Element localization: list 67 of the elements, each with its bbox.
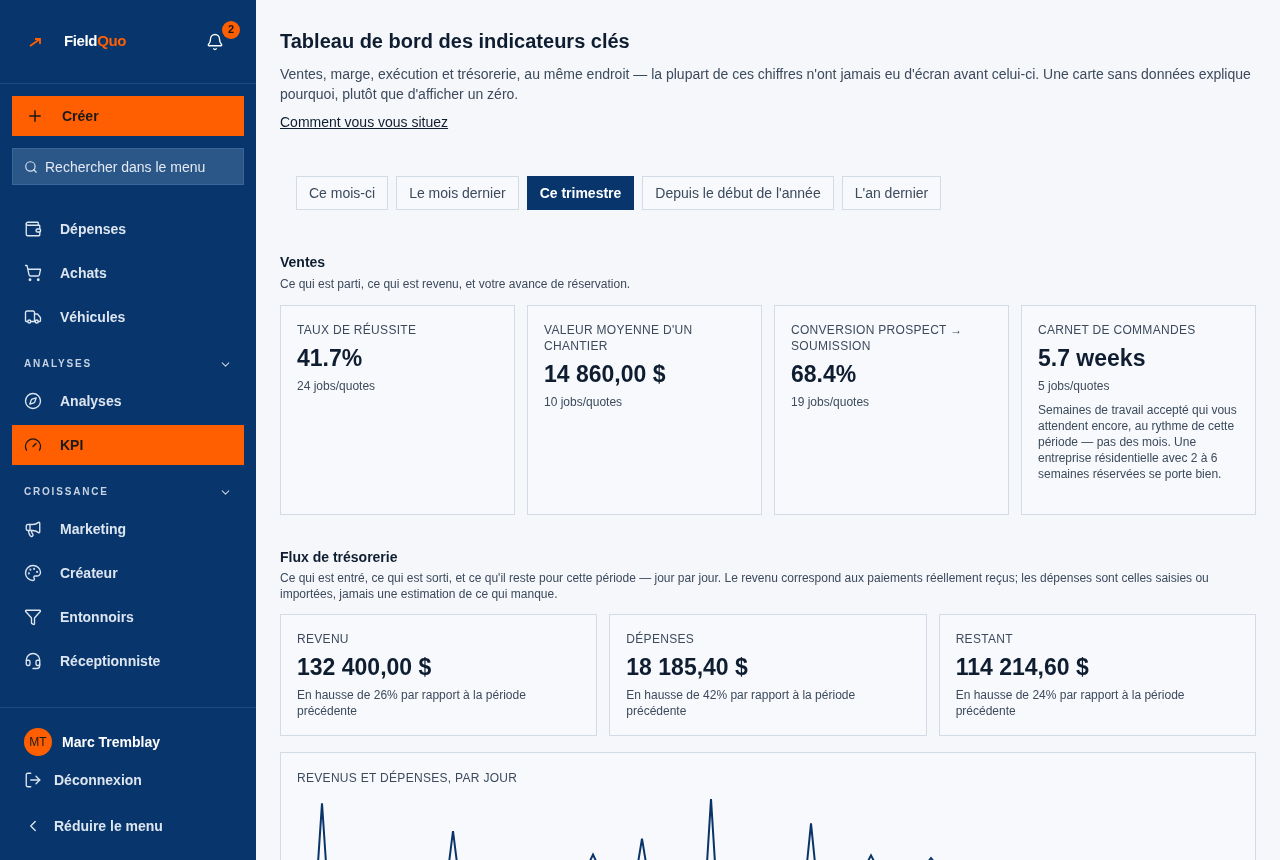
palette-icon (24, 564, 42, 582)
kpi-label: RESTANT (955, 631, 1014, 647)
chart-title: REVENUS ET DÉPENSES, PAR JOUR (297, 769, 519, 787)
nav-item[interactable]: Réceptionniste (12, 639, 244, 683)
kpi-detail: En hausse de 24% par rapport à la période précédente (955, 687, 1186, 719)
nav-item[interactable]: Dépenses (12, 207, 244, 251)
page-description: Ventes, marge, exécution et trésorerie, au même endroit — la plupart de ces chiffres n'ont jamais eu d'écran avant celui-ci. Une carte sans données explique pourquoi, plutôt que d'afficher un zéro. (280, 65, 1252, 104)
kpi-label: DÉPENSES (626, 631, 696, 647)
nav-item[interactable]: Créateur (12, 551, 244, 595)
cart-icon (24, 264, 42, 282)
truck-icon (24, 308, 42, 326)
plus-icon (26, 107, 44, 125)
nav-item[interactable]: Analyses (12, 379, 244, 423)
user-name: Marc Tremblay (62, 732, 161, 752)
sidebar-action[interactable]: Déconnexion (24, 758, 232, 802)
section-heading: CROISSANCE (24, 485, 109, 499)
search-icon (24, 160, 38, 174)
funnel-icon (24, 608, 42, 626)
gauge-icon (24, 436, 42, 454)
nav-item[interactable]: Entonnoirs (12, 595, 244, 639)
wallet-icon (24, 220, 42, 238)
nav-item[interactable]: KPI (12, 425, 244, 465)
period-tab[interactable]: L'an dernier (841, 176, 942, 210)
section-title: Flux de trésorerie (280, 548, 399, 567)
period-tab[interactable]: Le mois dernier (396, 176, 519, 210)
benchmark-link[interactable]: Comment vous vous situez (280, 112, 449, 133)
nav-item[interactable]: Véhicules (12, 295, 244, 339)
headset-icon (24, 652, 42, 670)
kpi-value: 5.7 weeks (1038, 344, 1147, 373)
kpi-value: 68.4% (791, 360, 858, 389)
kpi-detail: En hausse de 42% par rapport à la période précédente (626, 687, 857, 719)
logout-icon (24, 771, 42, 789)
nav-item[interactable]: Marketing (12, 507, 244, 551)
search-field[interactable]: Rechercher dans le menu (12, 148, 244, 185)
create-button[interactable]: Créer (12, 96, 244, 136)
logo-icon (28, 35, 44, 48)
kpi-note: Semaines de travail accepté qui vous attendent encore, au rythme de cette période — pas des mois. Une entreprise résidentielle avec 2 à 6 semaines réservées se porte bien. (1038, 402, 1238, 482)
page-title: Tableau de bord des indicateurs clés (280, 29, 631, 54)
section-title: Ventes (280, 253, 327, 272)
kpi-label: CARNET DE COMMANDES (1038, 322, 1197, 338)
kpi-detail: 24 jobs/quotes (297, 378, 377, 394)
kpi-label: CONVERSION PROSPECT → SOUMISSION (791, 322, 964, 354)
sidebar-action[interactable]: Réduire le menu (24, 804, 232, 848)
kpi-value: 14 860,00 $ (544, 360, 667, 389)
kpi-detail: 10 jobs/quotes (544, 394, 624, 410)
kpi-label: REVENU (297, 631, 350, 647)
kpi-detail: En hausse de 26% par rapport à la période précédente (297, 687, 527, 719)
kpi-detail: 5 jobs/quotes (1038, 378, 1111, 394)
kpi-value: 132 400,00 $ (297, 653, 433, 682)
period-tab[interactable]: Ce trimestre (526, 176, 635, 210)
section-subtitle: Ce qui est parti, ce qui est revenu, et votre avance de réservation. (280, 276, 632, 293)
user-avatar: MT (24, 728, 52, 756)
period-tab[interactable]: Depuis le début de l'année (642, 176, 834, 210)
nav-item[interactable]: Achats (12, 251, 244, 295)
section-heading: ANALYSES (24, 357, 92, 371)
notification-count: 2 (222, 20, 240, 39)
period-tab[interactable]: Ce mois-ci (296, 176, 389, 210)
megaphone-icon (24, 520, 42, 538)
kpi-label: TAUX DE RÉUSSITE (297, 322, 418, 338)
section-subtitle: Ce qui est entré, ce qui est sorti, et ce qu'il reste pour cette période — jour par jour. Le revenu correspond aux paiements réellement reçus; les dépenses sont celles saisies ou importées, jamais une estimation de ce qui manque. (280, 570, 1210, 602)
kpi-label: VALEUR MOYENNE D'UN CHANTIER (544, 322, 694, 354)
brand-name: FieldQuo (64, 31, 126, 52)
kpi-value: 41.7% (297, 344, 364, 373)
kpi-value: 114 214,60 $ (955, 653, 1090, 682)
kpi-value: 18 185,40 $ (626, 653, 749, 682)
kpi-detail: 19 jobs/quotes (791, 394, 871, 410)
compass-icon (24, 392, 42, 410)
